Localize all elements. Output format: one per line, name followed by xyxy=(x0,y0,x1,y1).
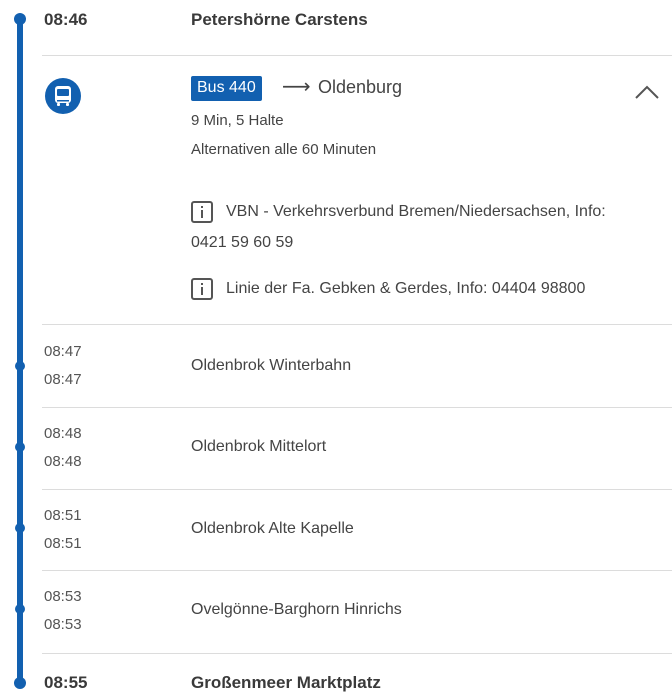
arrival-dot xyxy=(14,677,26,689)
note-text: VBN - Verkehrsverbund Bremen/Niedersachs… xyxy=(226,203,606,220)
direction-label: Oldenburg xyxy=(318,77,403,97)
arrival-station: Großenmeer Marktplatz xyxy=(191,673,381,692)
note-text: Linie der Fa. Gebken & Gerdes, Info: 044… xyxy=(226,280,586,297)
stop-arrival-time: 08:51 xyxy=(44,507,82,524)
departure-dot xyxy=(14,13,26,25)
stop-arrival-time: 08:47 xyxy=(44,343,82,360)
bus-icon xyxy=(45,78,81,114)
stop-dot xyxy=(15,442,25,452)
stop-arrival-time: 08:53 xyxy=(44,588,82,605)
stop-dot xyxy=(15,361,25,371)
departure-station: Petershörne Carstens xyxy=(191,10,368,29)
divider xyxy=(42,407,672,408)
stop-departure-time: 08:47 xyxy=(44,371,82,388)
stop-dot xyxy=(15,523,25,533)
stop-name: Oldenbrok Mittelort xyxy=(191,438,327,455)
stop-name: Ovelgönne-Barghorn Hinrichs xyxy=(191,601,402,618)
divider xyxy=(42,489,672,490)
leg-duration: 9 Min, 5 Halte xyxy=(191,112,284,129)
stop-name: Oldenbrok Alte Kapelle xyxy=(191,520,354,537)
stop-name: Oldenbrok Winterbahn xyxy=(191,357,352,374)
arrival-time: 08:55 xyxy=(44,673,88,692)
stop-departure-time: 08:53 xyxy=(44,616,82,633)
note-phone: 0421 59 60 59 xyxy=(191,234,294,251)
stop-arrival-time: 08:48 xyxy=(44,425,82,442)
divider xyxy=(42,653,672,654)
info-icon xyxy=(191,278,213,300)
line-badge[interactable]: Bus 440 xyxy=(191,76,262,101)
info-icon xyxy=(191,201,213,223)
stop-dot xyxy=(15,604,25,614)
divider xyxy=(42,55,672,56)
route-timeline xyxy=(17,18,23,684)
stop-departure-time: 08:48 xyxy=(44,453,82,470)
departure-time: 08:46 xyxy=(44,10,88,29)
arrow-right-icon: ⟶ xyxy=(282,76,311,98)
stop-departure-time: 08:51 xyxy=(44,535,82,552)
leg-alternatives: Alternativen alle 60 Minuten xyxy=(191,141,377,158)
chevron-up-icon[interactable] xyxy=(633,84,661,105)
divider xyxy=(42,324,672,325)
divider xyxy=(42,570,672,571)
